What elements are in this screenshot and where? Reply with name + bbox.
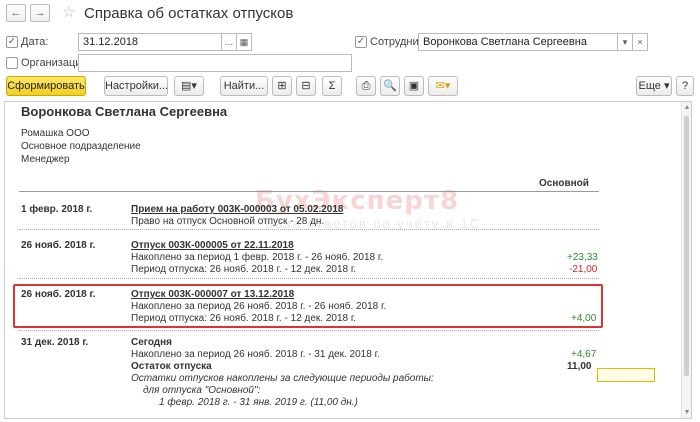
sum-icon[interactable]: Σ <box>322 76 342 96</box>
filter-row-date: ✓ Дата: 31.12.2018 … ▦ ✓ Сотрудник: Воро… <box>0 32 700 54</box>
entry-document-link[interactable]: Прием на работу 003К-000003 от 05.02.201… <box>131 204 343 215</box>
entry-document-link[interactable]: Отпуск 003К-000007 от 13.12.2018 <box>131 289 294 300</box>
entry-date: 1 февр. 2018 г. <box>21 204 93 215</box>
scroll-down-icon[interactable]: ▼ <box>683 409 691 416</box>
title-bar: ← → ☆ Справка об остатках отпусков <box>0 0 700 26</box>
entry-line: Накоплено за период 1 февр. 2018 г. - 26… <box>131 252 384 263</box>
entry-divider <box>19 330 599 331</box>
help-button[interactable]: ? <box>676 76 694 96</box>
final-date: 31 дек. 2018 г. <box>21 337 89 348</box>
entry-line: Период отпуска: 26 нояб. 2018 г. - 12 де… <box>131 313 357 324</box>
calendar-icon[interactable]: ▦ <box>236 33 252 51</box>
employee-checkbox[interactable]: ✓ <box>355 36 367 48</box>
org-input[interactable] <box>78 54 352 72</box>
find-button[interactable]: Найти... <box>220 76 268 96</box>
balance-value: 11,00 <box>567 361 592 372</box>
note-line: Остатки отпусков накоплены за следующие … <box>131 373 434 384</box>
scroll-thumb[interactable] <box>684 116 689 376</box>
entry-value: +23,33 <box>567 252 598 263</box>
window-title: Справка об остатках отпусков <box>84 5 294 22</box>
preview-icon[interactable]: 🔍 <box>380 76 400 96</box>
employee-name: Воронкова Светлана Сергеевна <box>21 104 228 119</box>
today-label: Сегодня <box>131 337 173 348</box>
date-input[interactable]: 31.12.2018 <box>78 33 222 51</box>
entry-document-link[interactable]: Отпуск 003К-000005 от 22.11.2018 <box>131 240 294 251</box>
note-line: для отпуска "Основной": <box>143 385 261 396</box>
org-checkbox[interactable] <box>6 57 18 69</box>
favorite-star-icon[interactable]: ☆ <box>62 3 75 21</box>
organization-name: Ромашка ООО <box>21 128 90 139</box>
more-button[interactable]: Еще ▾ <box>636 76 672 96</box>
date-label: Дата: <box>21 36 49 48</box>
scroll-up-icon[interactable]: ▲ <box>683 104 691 111</box>
save-icon[interactable]: ▣ <box>404 76 424 96</box>
entry-date: 26 нояб. 2018 г. <box>21 240 96 251</box>
collapse-groups-icon[interactable]: ⊟ <box>296 76 316 96</box>
employee-input[interactable]: Воронкова Светлана Сергеевна <box>418 33 618 51</box>
date-checkbox[interactable]: ✓ <box>6 36 18 48</box>
entry-divider <box>19 278 599 279</box>
accrued-value: +4,67 <box>571 349 597 360</box>
employee-dropdown-icon[interactable]: ▾ <box>617 33 633 51</box>
report-toolbar: Сформировать Настройки... ▤▾ Найти... ⊞ … <box>0 76 700 98</box>
back-button[interactable]: ← <box>6 4 26 22</box>
expand-groups-icon[interactable]: ⊞ <box>272 76 292 96</box>
header-divider <box>19 191 599 192</box>
balance-label: Остаток отпуска <box>131 361 212 372</box>
employee-clear-icon[interactable]: × <box>632 33 648 51</box>
accrued-line: Накоплено за период 26 нояб. 2018 г. - 3… <box>131 349 380 360</box>
forward-button[interactable]: → <box>30 4 50 22</box>
mail-icon[interactable]: ✉▾ <box>428 76 458 96</box>
report-document: Воронкова Светлана Сергеевна Ромашка ООО… <box>4 101 692 419</box>
note-line: 1 февр. 2018 г. - 31 янв. 2019 г. (11,00… <box>159 397 358 408</box>
department-name: Основное подразделение <box>21 141 141 152</box>
filter-row-org: Организация: <box>0 53 700 75</box>
entry-date: 26 нояб. 2018 г. <box>21 289 96 300</box>
variants-icon[interactable]: ▤▾ <box>174 76 204 96</box>
entry-value: -21,00 <box>569 264 598 275</box>
date-dropdown-button[interactable]: … <box>221 33 237 51</box>
generate-button[interactable]: Сформировать <box>6 76 86 96</box>
entry-value: +4,00 <box>571 313 597 324</box>
selected-cell[interactable] <box>597 368 655 382</box>
entry-line: Право на отпуск Основной отпуск - 28 дн. <box>131 216 325 227</box>
position-name: Менеджер <box>21 154 70 165</box>
column-header: Основной <box>539 178 589 189</box>
entry-line: Период отпуска: 26 нояб. 2018 г. - 12 де… <box>131 264 357 275</box>
vertical-scrollbar[interactable]: ▲ ▼ <box>681 102 691 418</box>
entry-divider <box>19 229 599 230</box>
settings-button[interactable]: Настройки... <box>104 76 168 96</box>
entry-line: Накоплено за период 26 нояб. 2018 г. - 2… <box>131 301 387 312</box>
print-icon[interactable]: ⎙ <box>356 76 376 96</box>
more-label: Еще <box>638 80 661 92</box>
